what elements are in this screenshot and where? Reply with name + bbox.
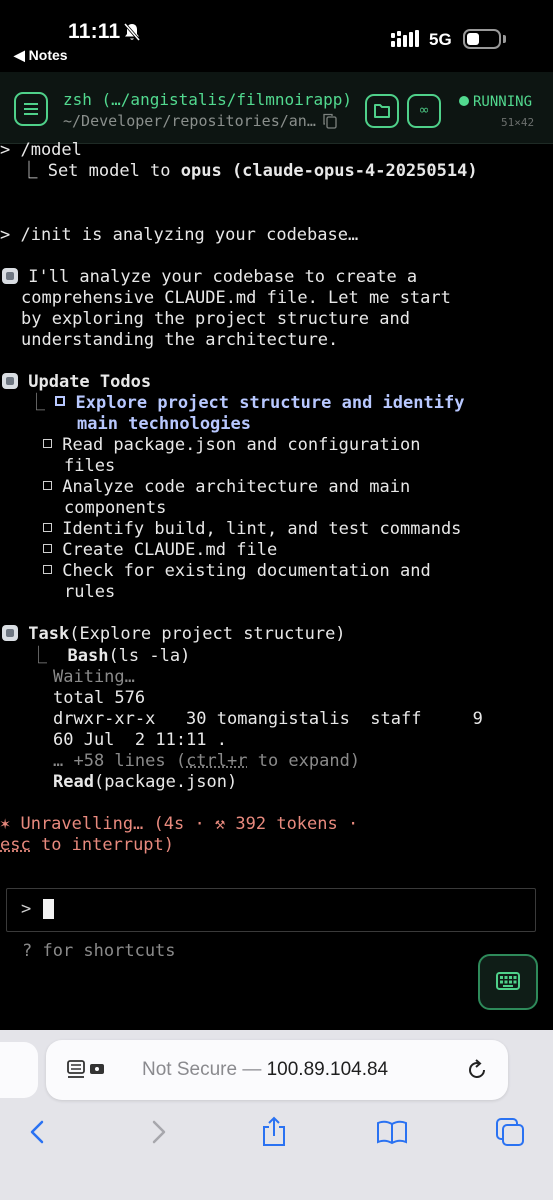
update-todos-heading: Update Todos	[2, 372, 151, 393]
assistant-message-line: understanding the architecture.	[21, 330, 339, 350]
init-line: > /init is analyzing your codebase…	[0, 225, 359, 245]
spinner-status-line2: esc to interrupt)	[0, 835, 175, 855]
assistant-message: I'll analyze your codebase to create a	[2, 267, 417, 288]
checkbox-icon	[43, 565, 52, 574]
waiting-text: Waiting…	[53, 667, 135, 687]
network-type: 5G	[429, 30, 452, 49]
folder-button[interactable]	[365, 94, 399, 128]
assistant-message-line: comprehensive CLAUDE.md file. Let me sta…	[21, 288, 451, 308]
shortcuts-hint: ? for shortcuts	[22, 941, 176, 961]
todo-item-analyze: Analyze code architecture and main	[43, 477, 410, 498]
task-bullet-icon	[2, 625, 18, 641]
cell-signal-icon	[391, 30, 419, 47]
model-result: ⎿ Set model to opus (claude-opus-4-20250…	[0, 161, 478, 181]
tabs-icon[interactable]	[494, 1116, 528, 1148]
page-menu-icon[interactable]	[66, 1059, 108, 1081]
assistant-message-line: by exploring the project structure and	[21, 309, 410, 329]
forward-chevron-icon[interactable]	[140, 1116, 174, 1148]
todo-item-explore: ⎿ Explore project structure and identify	[28, 393, 465, 413]
keyboard-button[interactable]	[478, 954, 538, 1010]
terminal-header: zsh (…/angistalis/filmnoirapp) ~/Develop…	[0, 72, 553, 144]
todo-item-line: files	[64, 456, 116, 476]
bash-line: ⎿ Bash(ls -la)	[30, 646, 191, 666]
read-line: Read(package.json)	[53, 772, 238, 792]
running-label: RUNNING	[473, 94, 533, 110]
checkbox-icon	[55, 396, 66, 406]
ls-output-line: 60 Jul 2 11:11 .	[53, 730, 227, 750]
reload-icon[interactable]	[464, 1057, 490, 1083]
todo-item-read-package: Read package.json and configuration	[43, 435, 420, 456]
todo-item-create: Create CLAUDE.md file	[43, 540, 277, 561]
menu-button[interactable]	[14, 92, 48, 126]
prompt-input[interactable]: >	[6, 888, 536, 932]
safari-toolbar: Not Secure — 100.89.104.84	[0, 1030, 553, 1200]
keyboard-icon	[496, 972, 520, 990]
todo-item-line: rules	[64, 582, 116, 602]
bell-muted-icon	[123, 23, 141, 41]
terminal-dimensions: 51×42	[501, 116, 535, 129]
spinner-status: ✶ Unravelling… (4s · ⚒ 392 tokens ·	[0, 814, 359, 834]
expand-hint[interactable]: … +58 lines (ctrl+r to expand)	[53, 751, 360, 772]
checkbox-icon	[43, 544, 52, 553]
todo-item-identify: Identify build, lint, and test commands	[43, 519, 461, 540]
model-command: > /model	[0, 140, 82, 160]
ls-output-line: drwxr-xr-x 30 tomangistalis staff 9	[53, 709, 483, 729]
message-bullet-icon	[2, 268, 18, 284]
address-bar[interactable]: Not Secure — 100.89.104.84	[46, 1040, 508, 1100]
running-status: RUNNING	[459, 94, 532, 110]
ls-total: total 576	[53, 688, 146, 708]
text-cursor	[43, 899, 54, 919]
session-title: zsh (…/angistalis/filmnoirapp)	[63, 90, 352, 109]
previous-tab-peek[interactable]	[0, 1042, 38, 1098]
share-icon[interactable]	[257, 1116, 291, 1148]
terminal-output[interactable]: > /model ⎿ Set model to opus (claude-opu…	[0, 140, 553, 1030]
checkbox-icon	[43, 439, 52, 448]
checkbox-icon	[43, 523, 52, 532]
url-text: Not Secure — 100.89.104.84	[142, 1059, 389, 1080]
todo-item-check-docs: Check for existing documentation and	[43, 561, 431, 582]
infinity-icon: ∞	[418, 103, 430, 118]
ios-status-bar: 11:11 ◀ Notes 5G	[0, 0, 553, 72]
todo-item-line: components	[64, 498, 167, 518]
infinity-button[interactable]: ∞	[407, 94, 441, 128]
prompt-char: >	[21, 899, 32, 919]
battery-icon	[463, 29, 501, 49]
back-to-notes-link[interactable]: ◀ Notes	[14, 47, 68, 64]
copy-icon[interactable]	[323, 113, 337, 129]
battery-tip	[503, 35, 506, 43]
clock-time: 11:11	[68, 20, 121, 43]
session-path: ~/Developer/repositories/an…	[63, 112, 316, 130]
folder-icon	[374, 104, 390, 118]
todo-item-line: main technologies	[77, 414, 251, 434]
checkbox-icon	[43, 481, 52, 490]
task-line: Task(Explore project structure)	[2, 624, 346, 645]
back-chevron-icon[interactable]	[22, 1116, 56, 1148]
bookmarks-icon[interactable]	[375, 1116, 409, 1148]
todos-bullet-icon	[2, 373, 18, 389]
status-dot-icon	[459, 96, 469, 106]
